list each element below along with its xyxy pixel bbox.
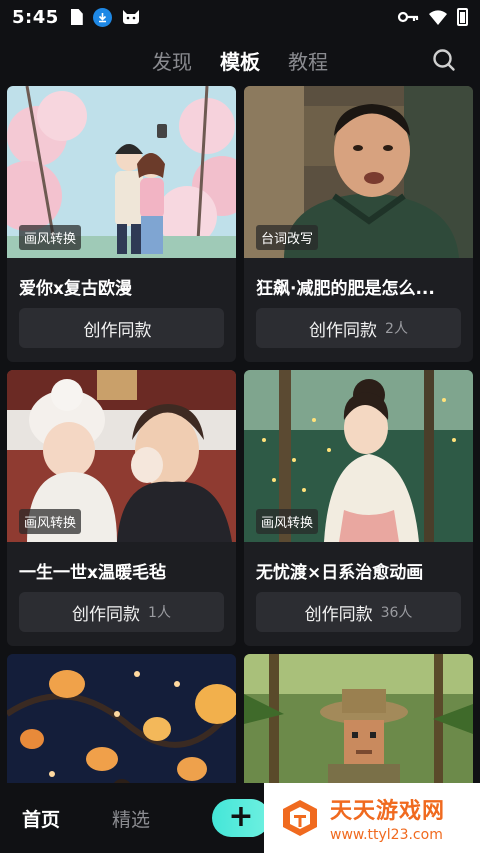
tab-templates[interactable]: 模板 (220, 46, 260, 75)
watermark-logo-icon (283, 800, 317, 836)
template-thumbnail[interactable]: 台词改写 (244, 86, 473, 258)
create-same-button[interactable]: 创作同款 (19, 308, 224, 348)
tab-discover[interactable]: 发现 (152, 46, 192, 75)
plus-icon: + (228, 798, 254, 834)
usage-count: 2人 (385, 321, 408, 337)
create-same-button[interactable]: 创作同款 2人 (256, 308, 461, 348)
watermark-url: www.ttyl23.com (330, 827, 443, 843)
create-same-label: 创作同款 (304, 604, 373, 625)
effect-tag: 台词改写 (256, 225, 319, 250)
template-thumbnail[interactable]: 画风转换 (7, 370, 236, 542)
template-title: 爱你x复古欧漫 (19, 279, 132, 299)
effect-tag: 画风转换 (19, 509, 82, 534)
create-same-button[interactable]: 创作同款 36人 (256, 592, 461, 632)
search-icon[interactable] (432, 48, 456, 72)
nav-featured[interactable]: 精选 (112, 805, 150, 832)
effect-tag: 画风转换 (256, 509, 319, 534)
template-thumbnail[interactable] (7, 654, 236, 804)
create-same-label: 创作同款 (83, 320, 152, 341)
template-card[interactable]: 画风转换 爱你x复古欧漫 创作同款 (7, 86, 236, 362)
template-card[interactable]: 画风转换 一生一世x温暖毛毡 创作同款 1人 (7, 370, 236, 646)
template-card[interactable] (244, 654, 473, 804)
cat-icon (122, 10, 139, 24)
create-add-button[interactable]: + (212, 799, 270, 837)
template-title: 一生一世x温暖毛毡 (19, 563, 166, 583)
template-grid: 画风转换 爱你x复古欧漫 创作同款 台词改写 狂飙·减肥的肥是怎么... 创作同… (7, 86, 473, 804)
notification-icons (70, 7, 140, 27)
status-time: 5:45 (12, 6, 59, 28)
template-thumbnail[interactable]: 画风转换 (7, 86, 236, 258)
sim-card-icon (70, 9, 83, 25)
top-tabs: 发现 模板 教程 (0, 40, 480, 80)
tab-tutorials[interactable]: 教程 (288, 46, 328, 75)
watermark-title: 天天游戏网 (330, 799, 446, 824)
template-thumbnail[interactable]: 画风转换 (244, 370, 473, 542)
nav-home[interactable]: 首页 (22, 805, 60, 832)
bottom-nav: 首页 精选 + 天天游戏网 www.ttyl23.com (0, 783, 480, 853)
create-same-label: 创作同款 (309, 320, 378, 341)
status-bar: 5:45 (0, 0, 480, 34)
template-card[interactable]: 画风转换 无忧渡×日系治愈动画 创作同款 36人 (244, 370, 473, 646)
battery-icon (457, 8, 468, 26)
system-icons (397, 8, 468, 26)
template-card[interactable] (7, 654, 236, 804)
usage-count: 1人 (148, 605, 171, 621)
effect-tag: 画风转换 (19, 225, 82, 250)
usage-count: 36人 (380, 605, 413, 621)
wifi-icon (429, 9, 447, 25)
template-title: 狂飙·减肥的肥是怎么... (256, 279, 435, 299)
template-thumbnail[interactable] (244, 654, 473, 804)
template-card[interactable]: 台词改写 狂飙·减肥的肥是怎么... 创作同款 2人 (244, 86, 473, 362)
template-title: 无忧渡×日系治愈动画 (256, 563, 424, 583)
create-same-label: 创作同款 (72, 604, 141, 625)
download-icon (92, 7, 112, 27)
create-same-button[interactable]: 创作同款 1人 (19, 592, 224, 632)
site-watermark: 天天游戏网 www.ttyl23.com (264, 783, 480, 853)
vpn-key-icon (397, 11, 419, 23)
